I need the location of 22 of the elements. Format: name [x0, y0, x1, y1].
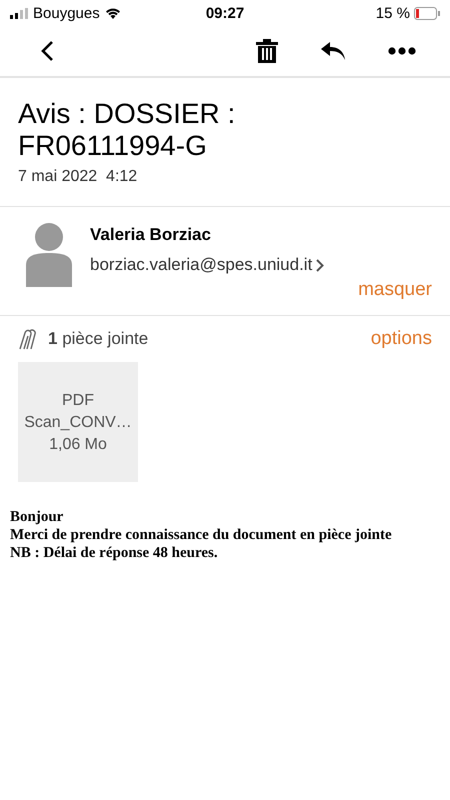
email-subject: Avis : DOSSIER : FR06111994-G — [18, 98, 236, 162]
email-date: 7 mai 2022 4:12 — [18, 168, 138, 186]
body-text: Merci de prendre connaissance du document en pièce jointe — [10, 526, 393, 544]
chevron-icon — [316, 258, 324, 272]
clock-time: 09:27 — [206, 4, 244, 22]
back-chevron-icon — [40, 40, 54, 62]
trash-icon — [256, 39, 278, 63]
paperclip-icon — [18, 328, 38, 350]
battery-percentage: 15 % — [376, 4, 410, 22]
carrier-name: Bouygues — [33, 4, 100, 22]
wifi-icon — [104, 7, 121, 19]
reply-icon — [320, 41, 346, 61]
more-icon — [388, 47, 416, 55]
sender-email[interactable]: borziac.valeria@spes.uniud.it — [90, 255, 312, 275]
signal-icon — [10, 8, 28, 18]
body-text: Bonjour — [10, 508, 64, 526]
avatar-icon — [26, 223, 72, 287]
attachment-tile[interactable]: PDF Scan_CONV… 1,06 Mo — [18, 362, 138, 482]
body-text: NB : Délai de réponse 48 heures. — [10, 544, 219, 562]
sender-name: Valeria Borziac — [90, 225, 212, 245]
battery-icon — [414, 6, 440, 20]
attachment-count: 1 pièce jointe — [48, 329, 150, 349]
